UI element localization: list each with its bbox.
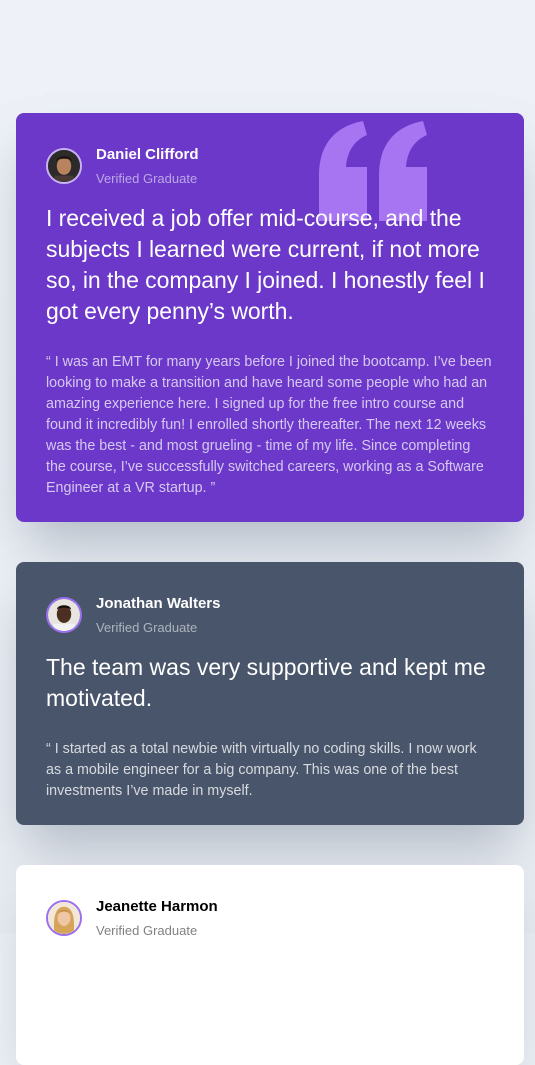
avatar [46,900,82,936]
author-block: Jeanette Harmon Verified Graduate [46,898,494,939]
testimonials-page: Daniel Clifford Verified Graduate I rece… [0,0,535,1065]
author-name: Jonathan Walters [96,595,221,612]
avatar-jeanette [48,902,80,934]
testimonial-card-jeanette: Jeanette Harmon Verified Graduate [16,865,524,1065]
author-role: Verified Graduate [96,923,198,938]
avatar-jonathan [48,599,80,631]
avatar [46,597,82,633]
testimonial-card-jonathan: Jonathan Walters Verified Graduate The t… [16,562,524,825]
avatar [46,148,82,184]
author-name: Daniel Clifford [96,146,199,163]
testimonial-card-daniel: Daniel Clifford Verified Graduate I rece… [16,113,524,522]
author-role: Verified Graduate [96,620,198,635]
author-block: Daniel Clifford Verified Graduate [46,146,494,187]
avatar-daniel [48,150,80,182]
testimonial-headline: The team was very supportive and kept me… [46,654,486,711]
author-role: Verified Graduate [96,171,198,186]
author-block: Jonathan Walters Verified Graduate [46,595,494,636]
testimonial-headline: I received a job offer mid-course, and t… [46,205,485,324]
author-name: Jeanette Harmon [96,898,218,915]
testimonial-quote: “ I started as a total newbie with virtu… [46,741,477,799]
testimonial-quote: “ I was an EMT for many years before I j… [46,354,492,496]
